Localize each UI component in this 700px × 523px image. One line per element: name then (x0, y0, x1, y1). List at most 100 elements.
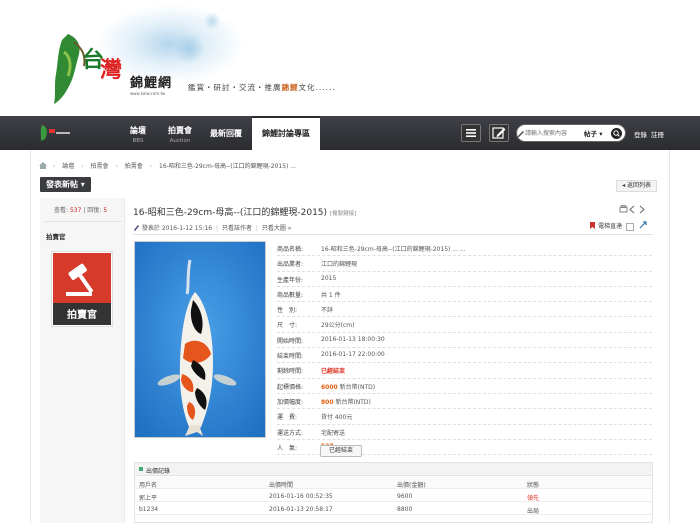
auction-details: 商品名稱: 16-昭和三色-29cm-母高--(江口的錦鯉現-2015) ... … (277, 241, 652, 456)
login-link[interactable]: 登錄 (634, 129, 647, 139)
bid-history-title: 出價記錄 (146, 468, 171, 475)
author-avatar[interactable]: 拍賣官 (51, 251, 113, 327)
site-name: 錦鯉網 (130, 76, 173, 91)
replies-count: 5 (103, 207, 108, 214)
edit-icon (492, 127, 506, 139)
go-arrow-icon[interactable] (639, 221, 647, 229)
register-link[interactable]: 註冊 (651, 129, 664, 139)
detail-value-text: 16-昭和三色-29cm-母高--(江口的錦鯉現-2015) ... ... (321, 246, 466, 253)
detail-row: 結束時間: 2016-01-17 22:00:00 (277, 348, 652, 364)
detail-label: 商品名稱: (277, 246, 304, 253)
detail-label: 運 費: (277, 414, 298, 422)
breadcrumb-separator: › (81, 163, 84, 170)
menu-button[interactable] (461, 124, 481, 142)
nav-tab-koi-discussion[interactable]: 錦鯉討論專區 (252, 116, 320, 150)
search-input[interactable] (525, 128, 583, 139)
detail-label: 人 氣: (277, 444, 298, 452)
detail-label: 運送方式: (277, 429, 304, 437)
detail-value: 宅配寄送 (321, 428, 345, 437)
detail-row: 運送方式: 宅配寄送 (277, 425, 652, 440)
prev-thread-icon[interactable] (629, 205, 635, 214)
breadcrumb-separator: › (52, 163, 56, 170)
detail-value-unit: 新台幣(NTD) (333, 398, 371, 406)
bid-user[interactable]: b1234 (139, 506, 158, 513)
detail-label: 生產年份: (277, 276, 304, 284)
column-header-amount: 出價(金額) (397, 482, 426, 489)
views-label: 查看: (54, 207, 69, 214)
copy-link[interactable]: [複製鏈接] (330, 211, 356, 217)
detail-row: 尺 寸: 29公分(cm) (277, 317, 652, 333)
hamburger-icon (466, 129, 476, 137)
column-header-time: 出價時間 (269, 482, 294, 489)
main-nav-bar: 論壇 BBS 拍賣會 Auction 最新回覆 錦鯉討論專區 帖子 ▾ 登錄 註… (0, 116, 700, 150)
column-header-user: 用戶名 (139, 482, 158, 489)
divider (133, 234, 653, 235)
post-meta: 發表於 2016-1-12 15:16 | 只看該作者 | 只看大圖 » (133, 223, 291, 232)
bid-amount: 8800 (397, 506, 413, 513)
auction-ended-button[interactable]: 已經結束 (320, 445, 362, 457)
stats-separator: | (83, 207, 86, 214)
detail-value: 已經結束 (321, 366, 345, 375)
detail-value-text[interactable]: 江口的錦鯉現 (321, 261, 357, 268)
nav-tab-latest-replies[interactable]: 最新回覆 (205, 116, 247, 150)
detail-label: 剩餘時間: (277, 368, 304, 376)
detail-label: 性 別: (277, 307, 298, 315)
nav-tab-label: 錦鯉討論專區 (262, 129, 310, 138)
water-bubble-decoration (175, 34, 205, 64)
koi-photo[interactable] (134, 241, 266, 438)
bid-user[interactable]: 郭上平 (139, 493, 157, 502)
floor-jump-label: 電梯直達 (598, 223, 623, 230)
site-banner: 台 灣 錦鯉網 www.koiw.com.tw 鑑賞・研討・交流・推廣錦鯉文化.… (0, 0, 700, 116)
site-url: www.koiw.com.tw (130, 91, 166, 96)
nav-tab-bbs[interactable]: 論壇 BBS (118, 116, 158, 150)
bookmark-icon[interactable] (589, 222, 596, 229)
auction-hammer-icon: 拍賣官 (53, 253, 111, 325)
table-row: 郭上平 2016-01-16 00:52:35 9600 領先 (135, 490, 652, 502)
floor-jump-input[interactable] (626, 222, 635, 231)
breadcrumb-item-forum[interactable]: 論壇 (62, 163, 74, 170)
detail-label: 加價幅度: (277, 398, 304, 406)
detail-value-text: 不詳 (321, 307, 334, 315)
author-name[interactable]: 拍賣官 (46, 231, 66, 241)
breadcrumb-item-auction[interactable]: 拍賣會 (91, 163, 109, 170)
breadcrumb-item-auction[interactable]: 拍賣會 (125, 163, 143, 170)
views-count: 537 (69, 207, 82, 214)
site-slogan: 鑑賞・研討・交流・推廣錦鯉文化...... (188, 82, 336, 93)
detail-row: 出品業者: 江口的錦鯉現 (277, 256, 652, 272)
detail-value: 16-昭和三色-29cm-母高--(江口的錦鯉現-2015) ... ... (321, 244, 466, 253)
detail-label: 商品數量: (277, 291, 304, 299)
print-icon[interactable] (619, 205, 628, 213)
detail-value-text: 已經結束 (321, 368, 346, 376)
detail-row: 剩餘時間: 已經結束 (277, 363, 652, 379)
search-box: 帖子 ▾ (516, 124, 626, 142)
nav-tab-label: 拍賣會 (168, 126, 192, 135)
detail-label: 開始時間: (277, 337, 304, 345)
detail-value: 共 1 件 (321, 290, 341, 299)
detail-value-text: 29公分(cm) (321, 322, 355, 330)
detail-value-text: 2015 (321, 274, 337, 282)
next-thread-icon[interactable] (639, 205, 645, 214)
only-author-link[interactable]: 只看該作者 (222, 225, 252, 232)
bullet-icon (139, 467, 143, 471)
breadcrumb-item-current[interactable]: 16-昭和三色-29cm-母高--(江口的錦鯉現-2015) ... (159, 163, 296, 170)
author-sidebar: 查看: 537 | 回復: 5 拍賣官 拍賣官 (40, 198, 125, 523)
search-icon[interactable] (611, 128, 622, 139)
detail-row: 加價幅度: 800 新台幣(NTD) (277, 394, 652, 410)
table-row: b1234 2016-01-13 20:58:17 8800 出局 (135, 503, 652, 515)
new-post-button[interactable]: 發表新帖 ▾ (40, 177, 91, 192)
nav-logo-icon[interactable] (36, 123, 76, 143)
nav-tab-auction[interactable]: 拍賣會 Auction (160, 116, 200, 150)
search-type-dropdown[interactable]: 帖子 ▾ (584, 128, 603, 138)
back-to-list-button[interactable]: ◂ 返回列表 (616, 180, 657, 192)
detail-value: 2015 (321, 275, 336, 282)
detail-value: 2016-01-17 22:00:00 (321, 351, 385, 358)
write-post-button[interactable] (489, 124, 509, 142)
detail-value-text: 2016-01-17 22:00:00 (321, 351, 385, 359)
bid-amount: 9600 (397, 493, 413, 500)
detail-value: 29公分(cm) (321, 320, 354, 329)
home-icon[interactable] (39, 162, 47, 169)
bid-status: 領先 (527, 495, 540, 502)
detail-value: 800 新台幣(NTD) (321, 397, 371, 406)
only-big-image-link[interactable]: 只看大圖 (262, 225, 286, 232)
more-link[interactable]: » (288, 225, 292, 232)
